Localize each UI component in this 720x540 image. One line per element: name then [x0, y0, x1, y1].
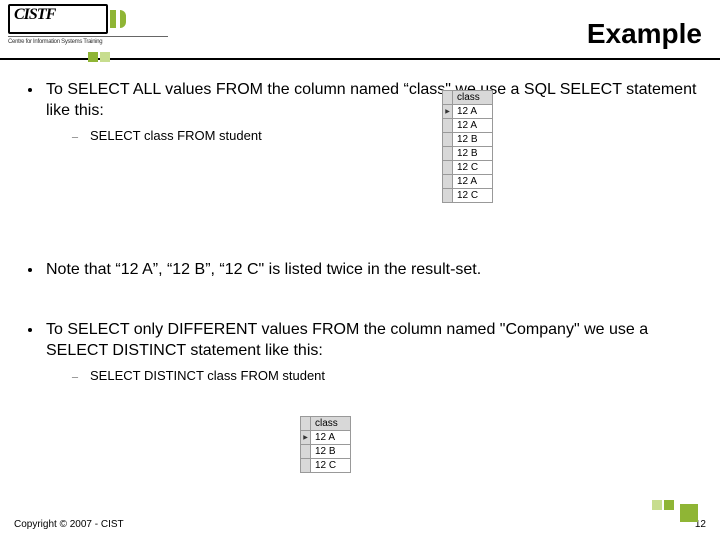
dash-icon: – [72, 130, 78, 142]
sub-bullet-3: – SELECT DISTINCT class FROM student [72, 368, 704, 384]
row-selector [443, 133, 453, 147]
accent-square-icon [100, 52, 110, 62]
cell: 12 A [311, 431, 351, 445]
bullet-text: Note that “12 A”, “12 B”, “12 C" is list… [46, 260, 481, 281]
row-selector: ▶ [301, 431, 311, 445]
header: CISTF Centre for Information Systems Tra… [0, 0, 720, 56]
row-selector [443, 189, 453, 203]
bullet-icon [28, 88, 32, 92]
col-header: class [453, 91, 493, 105]
sub-bullet-1: – SELECT class FROM student [72, 128, 704, 144]
row-selector-header [301, 417, 311, 431]
cell: 12 A [453, 105, 493, 119]
row-selector [443, 161, 453, 175]
row-selector: ▶ [443, 105, 453, 119]
row-selector [443, 119, 453, 133]
cell: 12 C [311, 459, 351, 473]
result-table-2: class ▶12 A 12 B 12 C [300, 416, 351, 473]
cell: 12 A [453, 119, 493, 133]
code-text: SELECT class FROM student [90, 128, 262, 144]
logo-accent-icon [110, 10, 116, 28]
slide: CISTF Centre for Information Systems Tra… [0, 0, 720, 540]
row-selector-header [443, 91, 453, 105]
accent-square-icon [680, 504, 698, 522]
row-selector [301, 445, 311, 459]
logo-text: CISTF [14, 7, 55, 23]
cell: 12 A [453, 175, 493, 189]
bullet-2: Note that “12 A”, “12 B”, “12 C" is list… [24, 260, 704, 287]
result-table-1: class ▶12 A 12 A 12 B 12 B 12 C 12 A 12 … [442, 90, 493, 203]
dash-icon: – [72, 370, 78, 382]
cell: 12 B [311, 445, 351, 459]
bullet-icon [28, 328, 32, 332]
col-header: class [311, 417, 351, 431]
logo-accent-icon [120, 10, 126, 28]
bullet-1: To SELECT ALL values FROM the column nam… [24, 80, 704, 143]
bullet-text: To SELECT only DIFFERENT values FROM the… [46, 320, 704, 362]
cell: 12 B [453, 133, 493, 147]
row-selector [443, 175, 453, 189]
logo: CISTF Centre for Information Systems Tra… [8, 4, 168, 48]
code-text: SELECT DISTINCT class FROM student [90, 368, 325, 384]
bullet-text: To SELECT ALL values FROM the column nam… [46, 80, 704, 122]
accent-square-icon [88, 52, 98, 62]
bullet-3: To SELECT only DIFFERENT values FROM the… [24, 320, 704, 383]
footer-copyright: Copyright © 2007 - CIST [14, 519, 124, 530]
cell: 12 C [453, 189, 493, 203]
logo-subtitle: Centre for Information Systems Training [8, 36, 168, 45]
accent-square-icon [652, 500, 662, 510]
row-selector [443, 147, 453, 161]
cell: 12 B [453, 147, 493, 161]
accent-square-icon [664, 500, 674, 510]
cell: 12 C [453, 161, 493, 175]
page-title: Example [587, 18, 702, 50]
bullet-icon [28, 268, 32, 272]
row-selector [301, 459, 311, 473]
